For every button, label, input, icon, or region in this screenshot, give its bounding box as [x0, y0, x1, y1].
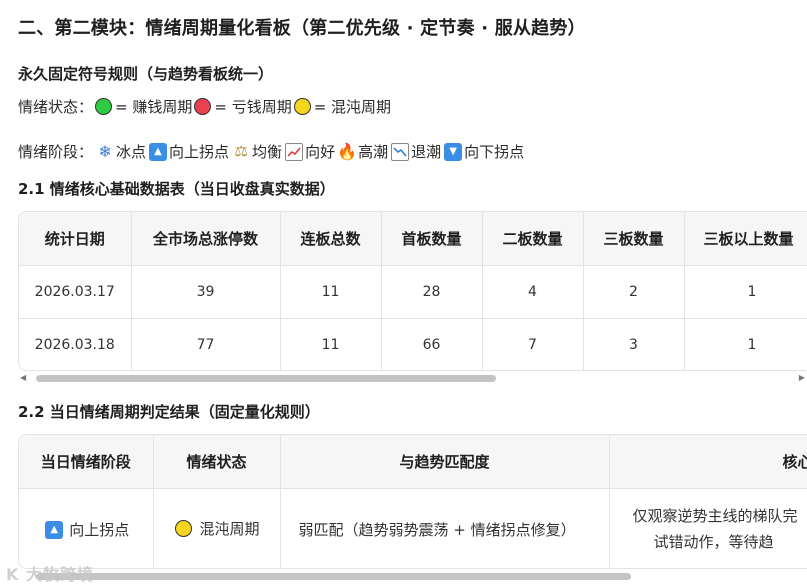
up-triangle-icon: ▲ [149, 142, 168, 161]
table2-title: 2.2 当日情绪周期判定结果（固定量化规则） [18, 403, 320, 421]
cell: 66 [381, 318, 483, 370]
col-header: 情绪状态 [153, 435, 281, 489]
snowflake-icon: ❄ [98, 141, 112, 161]
cell: 3 [583, 318, 685, 370]
stage-rule-item: 冰点 [116, 143, 147, 161]
cell: 1 [684, 265, 807, 319]
stage-rule-label: 情绪阶段： [18, 143, 94, 161]
stage-cell: ▲ 向上拐点 [19, 488, 154, 568]
scale-icon: ⚖ [234, 142, 248, 160]
section-title: 二、第二模块：情绪周期量化看板（第二优先级 · 定节奏 · 服从趋势） [18, 18, 586, 39]
scrollbar-thumb[interactable] [36, 573, 631, 580]
core-line: 试错动作，等待趋 [653, 533, 774, 551]
col-header: 全市场总涨停数 [131, 212, 281, 266]
cell: 2026.03.18 [19, 318, 132, 370]
table-row: ▲ 向上拐点 混沌周期 弱匹配（趋势弱势震荡 + 情绪拐点修复） 仅观察逆势主线… [19, 488, 807, 568]
col-header: 当日情绪阶段 [19, 435, 154, 489]
red-circle-icon [194, 98, 212, 115]
col-header: 与趋势匹配度 [280, 435, 610, 489]
cell: 2026.03.17 [19, 265, 132, 319]
scroll-right-icon[interactable]: ▶ [799, 373, 805, 382]
table2-horizontal-scrollbar[interactable] [18, 571, 807, 581]
stage-rule-line: 情绪阶段： ❄ 冰点 ▲ 向上拐点 ⚖ 均衡 向好 🔥 高潮 退潮 ▼ 向下拐点 [18, 141, 524, 162]
stage-rule-item: 向下拐点 [464, 143, 525, 161]
table-row: 2026.03.17 39 11 28 4 2 1 [19, 265, 807, 319]
state-value: 混沌周期 [199, 519, 260, 538]
yellow-circle-icon [175, 519, 193, 537]
chart-up-icon [285, 142, 304, 161]
stage-rule-item: 退潮 [411, 143, 442, 161]
state-cell: 混沌周期 [153, 488, 281, 568]
core-line: 仅观察逆势主线的梯队完 [632, 507, 798, 525]
rules-title: 永久固定符号规则（与趋势看板统一） [18, 65, 274, 83]
col-header: 首板数量 [381, 212, 483, 266]
state-rule-item: = 赚钱周期 [115, 98, 193, 116]
col-header: 连板总数 [280, 212, 382, 266]
stage-rule-item: 向上拐点 [169, 143, 230, 161]
stage-value: 向上拐点 [69, 521, 130, 540]
table1-title: 2.1 情绪核心基础数据表（当日收盘真实数据） [18, 180, 335, 198]
col-header: 三板以上数量 [684, 212, 807, 266]
scrollbar-thumb[interactable] [36, 375, 496, 382]
up-triangle-icon: ▲ [45, 520, 64, 539]
cell: 7 [482, 318, 584, 370]
stage-rule-item: 向好 [305, 143, 336, 161]
col-header: 三板数量 [583, 212, 685, 266]
table-header-row: 当日情绪阶段 情绪状态 与趋势匹配度 核心 [19, 435, 807, 489]
col-header: 统计日期 [19, 212, 132, 266]
core-cell: 仅观察逆势主线的梯队完 试错动作，等待趋 [609, 488, 807, 568]
cell: 4 [482, 265, 584, 319]
chart-down-icon [391, 142, 410, 161]
col-header: 核心 [609, 435, 807, 489]
stage-rule-item: 均衡 [252, 143, 283, 161]
col-header: 二板数量 [482, 212, 584, 266]
cell: 1 [684, 318, 807, 370]
cell: 39 [131, 265, 281, 319]
cell: 28 [381, 265, 483, 319]
emotion-data-table: 统计日期 全市场总涨停数 连板总数 首板数量 二板数量 三板数量 三板以上数量 … [19, 212, 807, 370]
match-cell: 弱匹配（趋势弱势震荡 + 情绪拐点修复） [280, 488, 610, 568]
watermark: K 大牧跨境 [6, 565, 94, 584]
cell: 11 [280, 265, 382, 319]
state-rule-item: = 混沌周期 [313, 98, 392, 116]
yellow-circle-icon [293, 98, 311, 115]
table-header-row: 统计日期 全市场总涨停数 连板总数 首板数量 二板数量 三板数量 三板以上数量 [19, 212, 807, 266]
state-rule-label: 情绪状态： [18, 98, 94, 116]
table2-container[interactable]: 当日情绪阶段 情绪状态 与趋势匹配度 核心 ▲ 向上拐点 混沌周期 [18, 434, 807, 569]
state-rule-item: = 亏钱周期 [214, 98, 292, 116]
down-triangle-icon: ▼ [444, 142, 463, 161]
emotion-result-table: 当日情绪阶段 情绪状态 与趋势匹配度 核心 ▲ 向上拐点 混沌周期 [19, 435, 807, 568]
fire-icon: 🔥 [337, 141, 358, 161]
cell: 77 [131, 318, 281, 370]
green-circle-icon [95, 98, 113, 115]
stage-rule-item: 高潮 [358, 143, 389, 161]
scroll-left-icon[interactable]: ◀ [20, 373, 26, 382]
table1-container[interactable]: 统计日期 全市场总涨停数 连板总数 首板数量 二板数量 三板数量 三板以上数量 … [18, 211, 807, 371]
table1-horizontal-scrollbar[interactable]: ◀ ▶ [18, 373, 807, 383]
table-row: 2026.03.18 77 11 66 7 3 1 [19, 318, 807, 370]
state-rule-line: 情绪状态： = 赚钱周期 = 亏钱周期 = 混沌周期 [18, 96, 391, 117]
cell: 11 [280, 318, 382, 370]
cell: 2 [583, 265, 685, 319]
